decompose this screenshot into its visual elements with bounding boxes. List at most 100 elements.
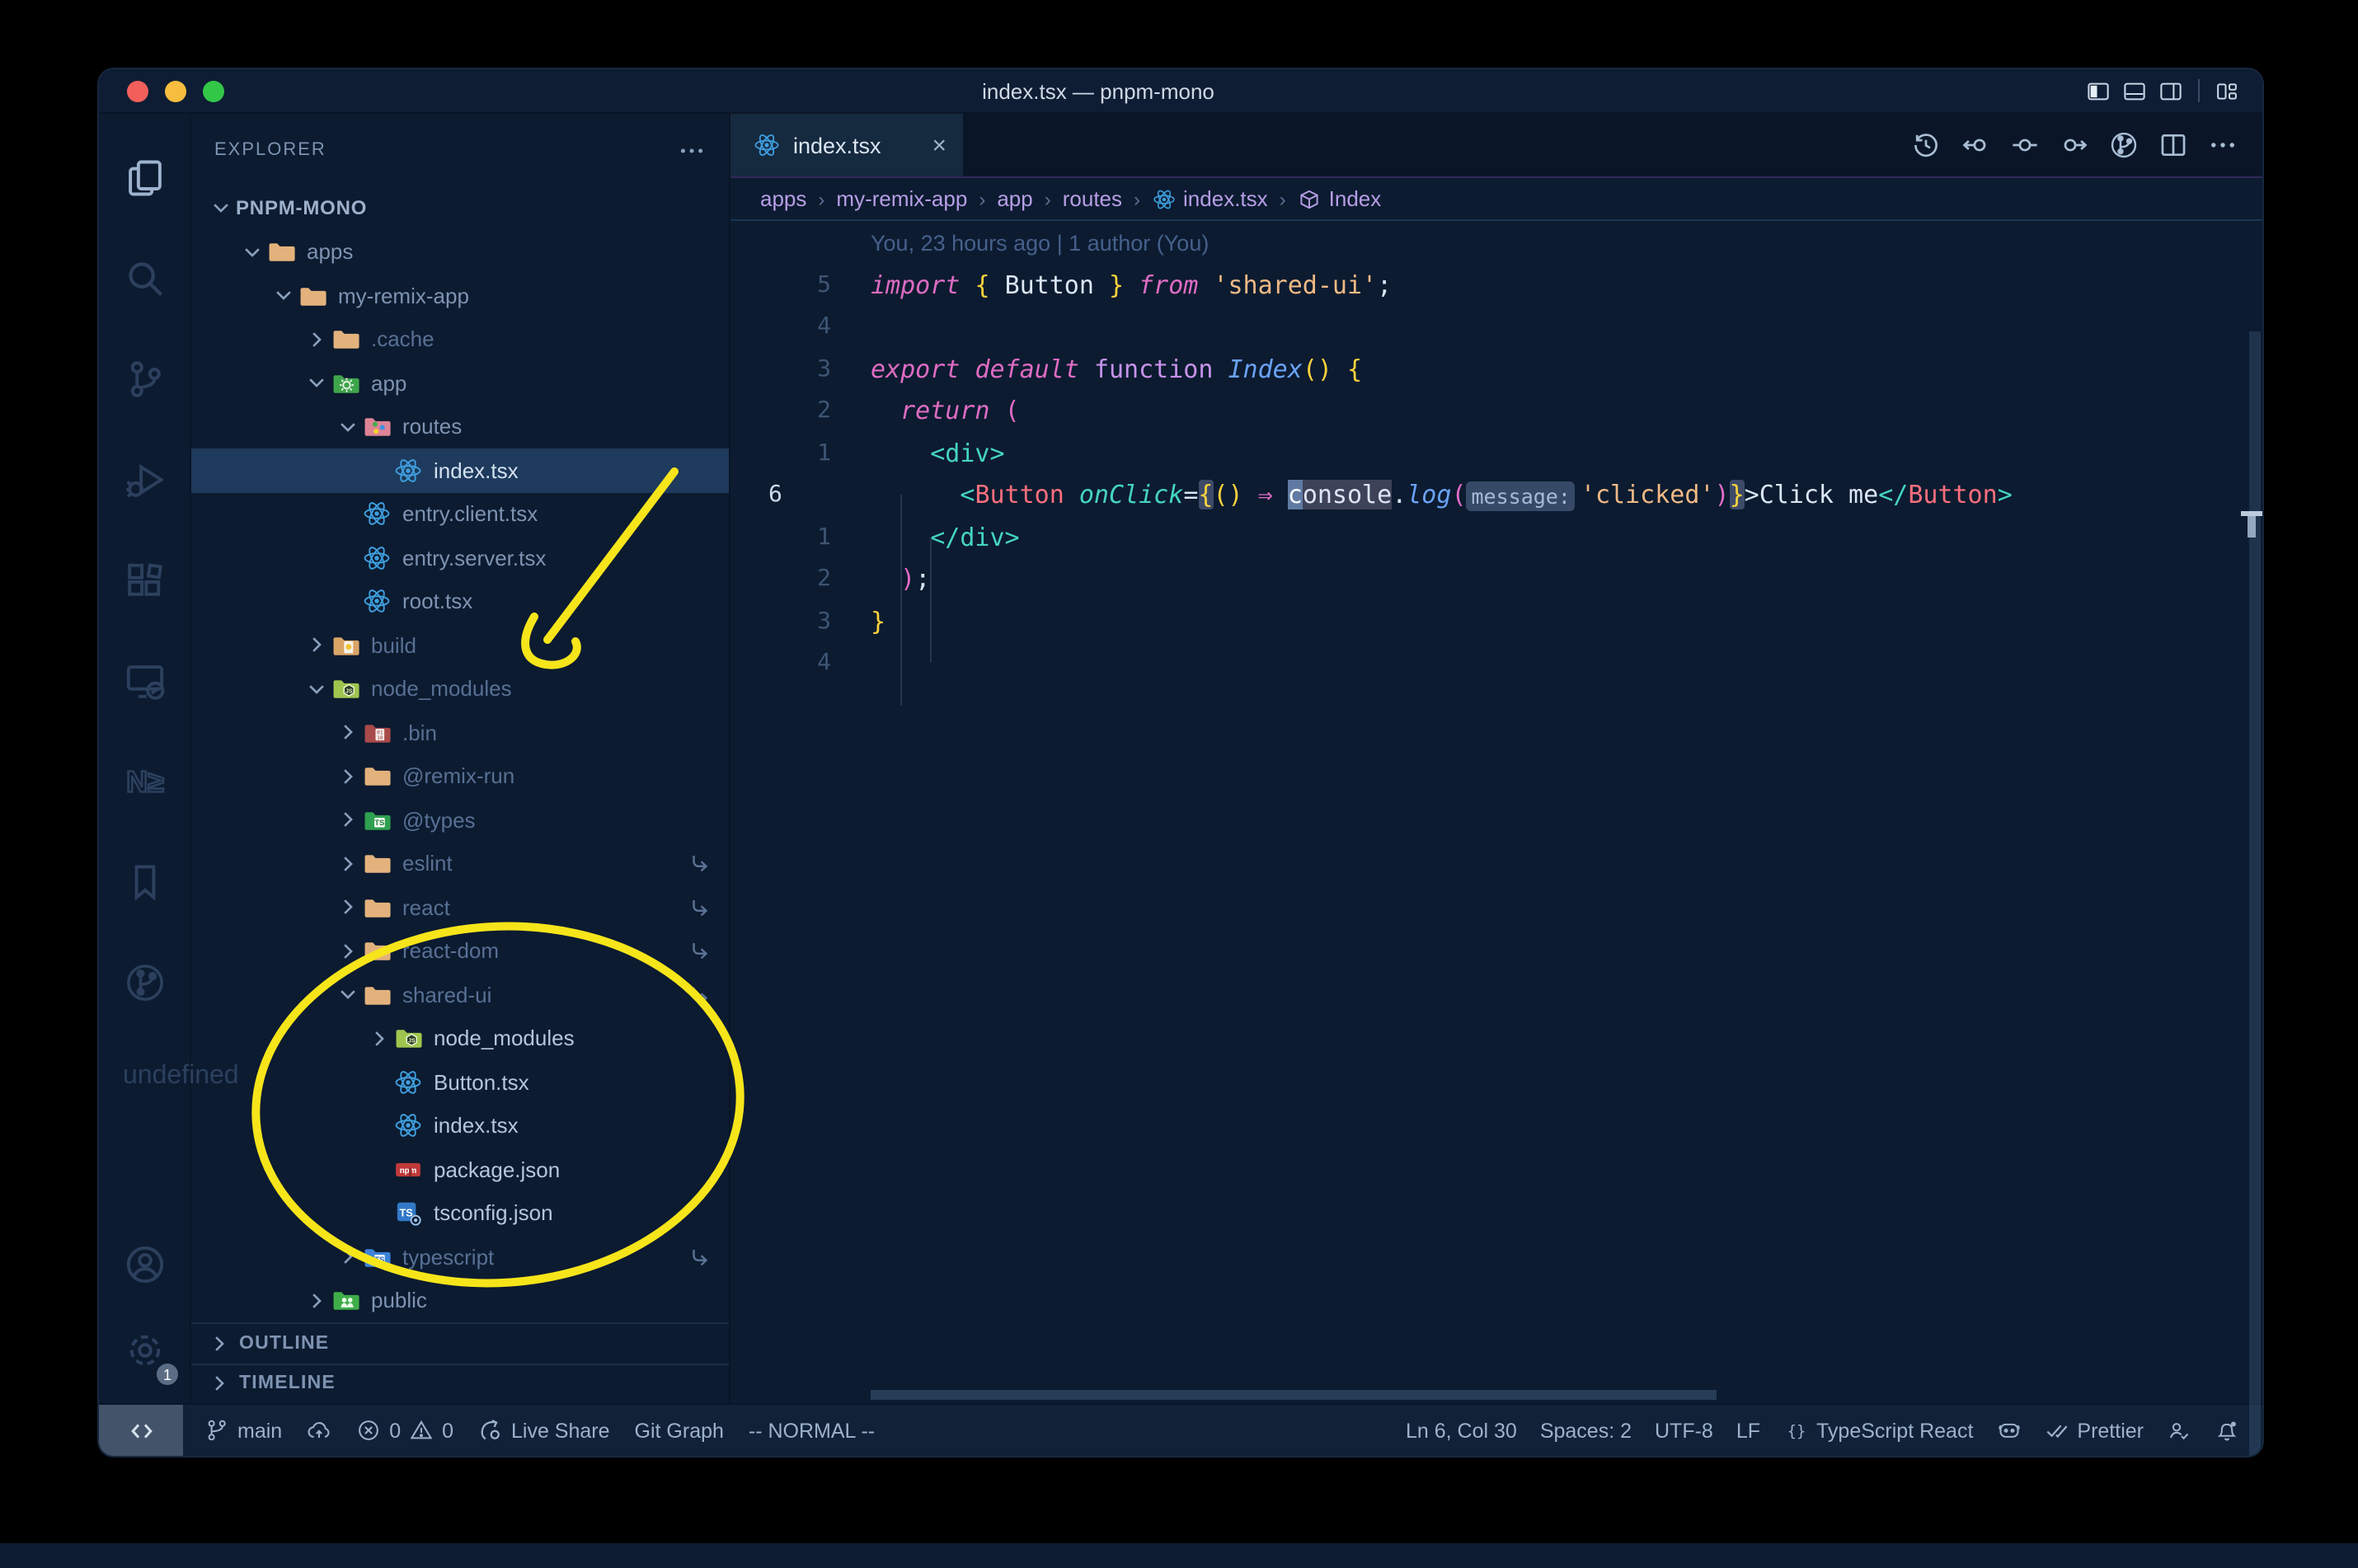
indent-guide bbox=[930, 538, 932, 663]
breadcrumb-routes[interactable]: routes bbox=[1063, 186, 1122, 211]
close-tab-icon[interactable]: × bbox=[932, 133, 946, 157]
breadcrumb-index-tsx[interactable]: index.tsx bbox=[1152, 186, 1268, 211]
status-vim-mode[interactable]: -- NORMAL -- bbox=[749, 1419, 875, 1442]
status-copilot[interactable] bbox=[1996, 1418, 2021, 1443]
status-notifications[interactable] bbox=[2215, 1418, 2239, 1443]
activity-accounts[interactable] bbox=[99, 1222, 191, 1307]
nav-forward-icon[interactable] bbox=[2060, 130, 2089, 160]
tree-item-routes[interactable]: routes bbox=[191, 405, 729, 448]
gitlens-graph-icon[interactable] bbox=[2109, 130, 2139, 160]
code-line-8[interactable]: 2 ); bbox=[730, 559, 2262, 601]
tree-item-cache[interactable]: .cache bbox=[191, 317, 729, 361]
vertical-scrollbar[interactable] bbox=[2249, 331, 2261, 1456]
activity-search[interactable] bbox=[99, 228, 190, 328]
status-cursor-position[interactable]: Ln 6, Col 30 bbox=[1406, 1419, 1517, 1442]
split-editor-icon[interactable] bbox=[2158, 130, 2188, 160]
status-problems[interactable]: 00 bbox=[356, 1418, 453, 1443]
close-window-button[interactable] bbox=[127, 80, 148, 101]
tree-item-react-dom[interactable]: react-dom bbox=[191, 929, 729, 973]
minimize-window-button[interactable] bbox=[165, 80, 186, 101]
tree-item-my-remix-app[interactable]: my-remix-app bbox=[191, 274, 729, 317]
breadcrumb-app[interactable]: app bbox=[997, 186, 1032, 211]
tree-item-react[interactable]: react bbox=[191, 885, 729, 929]
tree-item-app[interactable]: app bbox=[191, 361, 729, 405]
tree-item-node-modules[interactable]: JS node_modules bbox=[191, 667, 729, 711]
run-debug-icon bbox=[123, 458, 166, 500]
tree-item-public[interactable]: public bbox=[191, 1279, 729, 1322]
activity-extensions[interactable] bbox=[99, 529, 190, 630]
toggle-secondary-sidebar-icon[interactable] bbox=[2158, 78, 2183, 103]
activity-more-views[interactable]: undefined bbox=[99, 1032, 239, 1133]
activity-run-debug[interactable] bbox=[99, 429, 190, 529]
status-eol[interactable]: LF bbox=[1736, 1419, 1760, 1442]
code-line-5[interactable]: 1 <div> bbox=[730, 433, 2262, 475]
status-encoding[interactable]: UTF-8 bbox=[1655, 1419, 1713, 1442]
tree-item-typescript[interactable]: TS typescript bbox=[191, 1235, 729, 1279]
code-line-2[interactable]: 4 bbox=[730, 307, 2262, 349]
tab-index-tsx[interactable]: index.tsx × bbox=[730, 114, 963, 176]
tree-item-pnpm-mono[interactable]: PNPM-MONO bbox=[191, 186, 729, 230]
tree-item-label: react-dom bbox=[402, 938, 500, 964]
tree-item-bin[interactable]: 01 10 .bin bbox=[191, 711, 729, 754]
code-line-9[interactable]: 3} bbox=[730, 601, 2262, 643]
tree-item-build[interactable]: build bbox=[191, 623, 729, 667]
breadcrumb-my-remix-app[interactable]: my-remix-app bbox=[836, 186, 967, 211]
activity-source-control[interactable] bbox=[99, 328, 190, 429]
tree-item-label: react bbox=[402, 894, 450, 920]
tree-item-button-tsx[interactable]: Button.tsx bbox=[191, 1060, 729, 1104]
tree-item-index-tsx[interactable]: index.tsx bbox=[191, 448, 729, 492]
code-line-3[interactable]: 3 export default function Index() { bbox=[730, 349, 2262, 391]
tree-item-node-modules[interactable]: JS node_modules bbox=[191, 1016, 729, 1060]
activity-nx-console[interactable]: N≥ bbox=[99, 730, 190, 831]
tree-item-apps[interactable]: apps bbox=[191, 230, 729, 274]
braces-icon: {} bbox=[1783, 1418, 1808, 1443]
remote-indicator[interactable] bbox=[99, 1405, 183, 1456]
activity-bookmarks[interactable] bbox=[99, 831, 190, 932]
nav-current-icon[interactable] bbox=[2010, 130, 2040, 160]
horizontal-scrollbar[interactable] bbox=[871, 1390, 1717, 1400]
tree-item-eslint[interactable]: eslint bbox=[191, 842, 729, 885]
tree-item-entry-client-tsx[interactable]: entry.client.tsx bbox=[191, 492, 729, 536]
activity-remote-explorer[interactable] bbox=[99, 630, 190, 730]
line-number: 2 bbox=[817, 566, 831, 592]
tree-item-index-tsx[interactable]: index.tsx bbox=[191, 1104, 729, 1148]
breadcrumb-index[interactable]: Index bbox=[1298, 186, 1381, 211]
code-area[interactable]: You, 23 hours ago | 1 author (You) 5 impor… bbox=[730, 221, 2262, 1456]
tree-item-entry-server-tsx[interactable]: entry.server.tsx bbox=[191, 536, 729, 580]
status-live-share[interactable]: Live Share bbox=[478, 1418, 610, 1443]
toggle-sidebar-icon[interactable] bbox=[2086, 78, 2111, 103]
code-line-7[interactable]: 1 </div> bbox=[730, 517, 2262, 559]
svg-text:JS: JS bbox=[345, 688, 353, 695]
status-indentation[interactable]: Spaces: 2 bbox=[1540, 1419, 1632, 1442]
tree-item-root-tsx[interactable]: root.tsx bbox=[191, 580, 729, 623]
breadcrumb-apps[interactable]: apps bbox=[760, 186, 806, 211]
tree-item-types[interactable]: TS @types bbox=[191, 798, 729, 842]
tree-item-remix-run[interactable]: @remix-run bbox=[191, 754, 729, 798]
more-actions-icon[interactable] bbox=[2208, 130, 2238, 160]
code-line-6[interactable]: 6 <Button onClick={() ⇒ console.log(mess… bbox=[730, 475, 2262, 517]
nav-back-icon[interactable] bbox=[1961, 130, 1990, 160]
toggle-panel-icon[interactable] bbox=[2122, 78, 2147, 103]
activity-explorer[interactable] bbox=[99, 127, 190, 228]
code-line-1[interactable]: 5 import { Button } from 'shared-ui'; bbox=[730, 265, 2262, 307]
activity-settings[interactable]: 1 bbox=[99, 1307, 191, 1393]
status-feedback[interactable] bbox=[2167, 1418, 2191, 1443]
code-line-4[interactable]: 2 return ( bbox=[730, 391, 2262, 433]
customize-layout-icon[interactable] bbox=[2215, 78, 2239, 103]
status-language-mode[interactable]: {} TypeScript React bbox=[1783, 1418, 1974, 1443]
tree-item-tsconfig-json[interactable]: TS tsconfig.json bbox=[191, 1191, 729, 1235]
zoom-window-button[interactable] bbox=[203, 80, 224, 101]
tree-item-package-json[interactable]: npm package.json bbox=[191, 1148, 729, 1191]
outline-section[interactable]: OUTLINE bbox=[191, 1322, 729, 1363]
status-prettier[interactable]: Prettier bbox=[2044, 1418, 2144, 1443]
status-git-branch[interactable]: main bbox=[204, 1418, 282, 1443]
status-git-graph[interactable]: Git Graph bbox=[635, 1419, 724, 1442]
tree-item-shared-ui[interactable]: shared-ui bbox=[191, 973, 729, 1016]
timeline-section[interactable]: TIMELINE bbox=[191, 1363, 729, 1403]
status-sync[interactable] bbox=[307, 1418, 331, 1443]
code-line-10[interactable]: 4 bbox=[730, 643, 2262, 685]
history-icon[interactable] bbox=[1911, 130, 1941, 160]
folder-tan-icon bbox=[267, 238, 295, 266]
activity-git-graph[interactable] bbox=[99, 932, 190, 1032]
explorer-more-actions-icon[interactable] bbox=[678, 136, 706, 164]
